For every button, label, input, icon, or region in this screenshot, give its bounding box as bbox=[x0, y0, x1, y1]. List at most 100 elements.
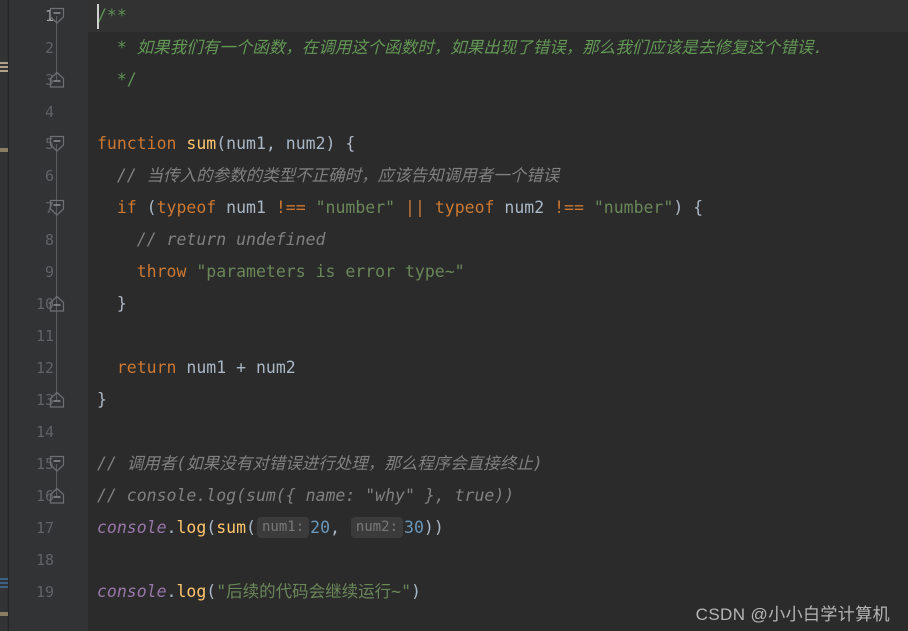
line-number-13[interactable]: 13 bbox=[14, 384, 54, 416]
code-token: )) bbox=[423, 518, 444, 537]
code-line-13[interactable]: } bbox=[88, 384, 908, 416]
code-token: , bbox=[265, 134, 286, 153]
line-number-7[interactable]: 7 bbox=[14, 192, 54, 224]
code-token: || bbox=[405, 198, 425, 217]
code-line-15[interactable]: // 调用者(如果没有对错误进行处理，那么程序会直接终止) bbox=[88, 448, 908, 480]
line-number-4[interactable]: 4 bbox=[14, 96, 54, 128]
line-number-12[interactable]: 12 bbox=[14, 352, 54, 384]
code-editor[interactable]: 1 2 3 4 5 6 7 8 9 10 11 12 13 14 15 16 17 18 19 /** * 如果我们… bbox=[0, 0, 908, 631]
code-token: , bbox=[330, 518, 350, 537]
code-token: */ bbox=[97, 70, 137, 89]
inlay-hint[interactable]: num1: bbox=[256, 517, 310, 538]
code-token: "后续的代码会继续运行~" bbox=[216, 582, 412, 601]
code-token: !== bbox=[275, 198, 306, 217]
annotation-mark-tan-bottom[interactable] bbox=[0, 612, 8, 616]
line-number-2[interactable]: 2 bbox=[14, 32, 54, 64]
code-line-14[interactable] bbox=[88, 416, 908, 448]
code-line-9[interactable]: throw "parameters is error type~" bbox=[88, 256, 908, 288]
code-token: console bbox=[97, 582, 167, 601]
code-line-10[interactable]: } bbox=[88, 288, 908, 320]
fold-toggle-line-7-fold-start[interactable] bbox=[49, 199, 65, 217]
line-number-1[interactable]: 1 bbox=[14, 0, 54, 32]
line-number-10[interactable]: 10 bbox=[14, 288, 54, 320]
code-token: typeof bbox=[434, 198, 495, 217]
fold-toggle-line-5-fold-start[interactable] bbox=[49, 135, 65, 153]
code-line-12[interactable]: return num1 + num2 bbox=[88, 352, 908, 384]
code-line-7[interactable]: if (typeof num1 !== "number" || typeof n… bbox=[88, 192, 908, 224]
code-token: ( bbox=[246, 518, 256, 537]
code-token: . bbox=[166, 518, 177, 537]
code-token: num2 bbox=[504, 198, 545, 217]
fold-connector-line bbox=[56, 208, 57, 304]
line-number-16[interactable]: 16 bbox=[14, 480, 54, 512]
fold-toggle-line-3-fold-end[interactable] bbox=[49, 71, 65, 89]
code-token: typeof bbox=[156, 198, 217, 217]
code-token: . bbox=[166, 582, 177, 601]
editor-gutter[interactable]: 1 2 3 4 5 6 7 8 9 10 11 12 13 14 15 16 17 18 19 bbox=[9, 0, 88, 631]
code-token: num1 bbox=[226, 198, 266, 217]
code-token: ) { bbox=[673, 198, 704, 217]
line-number-17[interactable]: 17 bbox=[14, 512, 54, 544]
code-token: log bbox=[176, 518, 207, 537]
code-line-17[interactable]: console.log(sum(num1: 20, num2: 30)) bbox=[88, 512, 908, 544]
fold-toggle-line-10-fold-end[interactable] bbox=[49, 295, 65, 313]
annotation-mark-blue[interactable] bbox=[0, 578, 8, 589]
fold-toggle-line-13-fold-end[interactable] bbox=[49, 391, 65, 409]
line-number-15[interactable]: 15 bbox=[14, 448, 54, 480]
code-line-1[interactable]: /** bbox=[88, 0, 908, 32]
fold-toggle-line-1-fold-start[interactable] bbox=[49, 7, 65, 25]
annotation-marker-strip[interactable] bbox=[0, 0, 9, 631]
code-token: // return undefined bbox=[97, 230, 326, 249]
line-number-3[interactable]: 3 bbox=[14, 64, 54, 96]
line-number-19[interactable]: 19 bbox=[14, 576, 54, 608]
code-line-16[interactable]: // console.log(sum({ name: "why" }, true… bbox=[88, 480, 908, 512]
line-number-5[interactable]: 5 bbox=[14, 128, 54, 160]
code-token: 如果我们有一个函数，在调用这个函数时，如果出现了错误，那么我们应该是去修复这个错… bbox=[136, 38, 824, 57]
inlay-hint[interactable]: num2: bbox=[350, 517, 404, 538]
line-number-9[interactable]: 9 bbox=[14, 256, 54, 288]
code-token: ( bbox=[216, 134, 227, 153]
code-token: !== bbox=[554, 198, 584, 217]
code-line-3[interactable]: */ bbox=[88, 64, 908, 96]
code-line-6[interactable]: // 当传入的参数的类型不正确时，应该告知调用者一个错误 bbox=[88, 160, 908, 192]
code-content-area[interactable]: /** * 如果我们有一个函数，在调用这个函数时，如果出现了错误，那么我们应该是… bbox=[88, 0, 908, 631]
code-token: return bbox=[116, 358, 177, 377]
fold-toggle-line-15-fold-start[interactable] bbox=[49, 455, 65, 473]
code-token: num2 bbox=[285, 134, 326, 153]
code-token: ) bbox=[411, 582, 421, 601]
line-number-11[interactable]: 11 bbox=[14, 320, 54, 352]
code-token: 20 bbox=[310, 518, 331, 537]
code-line-18[interactable] bbox=[88, 544, 908, 576]
line-number-8[interactable]: 8 bbox=[14, 224, 54, 256]
code-line-8[interactable]: // return undefined bbox=[88, 224, 908, 256]
code-line-5[interactable]: function sum(num1, num2) { bbox=[88, 128, 908, 160]
code-token: + bbox=[226, 358, 256, 377]
annotation-mark-tan[interactable] bbox=[0, 62, 8, 73]
code-line-2[interactable]: * 如果我们有一个函数，在调用这个函数时，如果出现了错误，那么我们应该是去修复这… bbox=[88, 32, 908, 64]
line-number-14[interactable]: 14 bbox=[14, 416, 54, 448]
code-token: ( bbox=[206, 518, 217, 537]
code-line-11[interactable] bbox=[88, 320, 908, 352]
fold-toggle-line-16-fold-end[interactable] bbox=[49, 487, 65, 505]
line-number-6[interactable]: 6 bbox=[14, 160, 54, 192]
code-token: sum bbox=[216, 518, 247, 537]
code-token: * bbox=[97, 38, 137, 57]
code-token: ( bbox=[136, 198, 157, 217]
line-number-18[interactable]: 18 bbox=[14, 544, 54, 576]
code-token: function bbox=[97, 134, 177, 153]
annotation-mark-tan-lower[interactable] bbox=[0, 148, 8, 152]
code-lines[interactable]: /** * 如果我们有一个函数，在调用这个函数时，如果出现了错误，那么我们应该是… bbox=[88, 0, 908, 608]
code-line-4[interactable] bbox=[88, 96, 908, 128]
